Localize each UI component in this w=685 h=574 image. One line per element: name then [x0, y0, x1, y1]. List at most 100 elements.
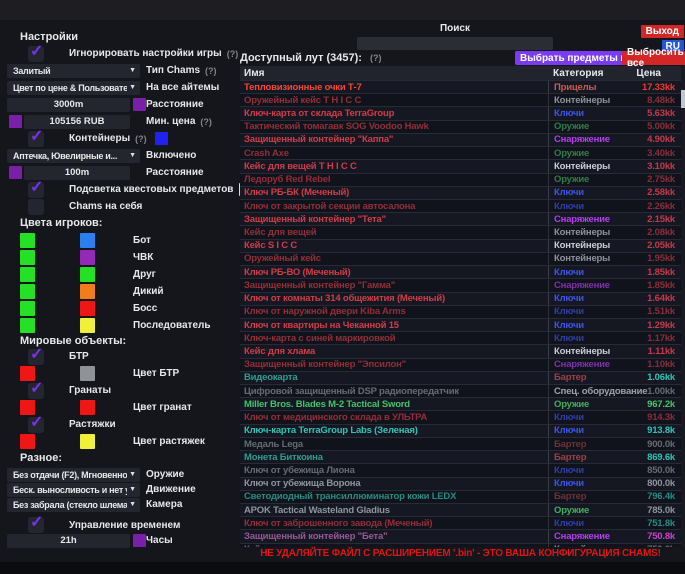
chams-self-checkbox[interactable] — [28, 199, 44, 215]
hours-row: 21h Часы — [0, 533, 233, 548]
loot-row[interactable]: Кейс для хламаКонтейнеры1.11kk — [240, 344, 681, 357]
loot-item-price: 869.6k — [609, 451, 681, 463]
main-panel: Настройки Игнорировать настройки игры (?… — [0, 20, 685, 562]
loot-row[interactable]: Ключ от убежища ВоронаКлючи800.0k — [240, 477, 681, 490]
world-object-checkbox[interactable] — [28, 349, 44, 365]
player-type-color-swatch[interactable] — [80, 318, 95, 333]
world-object-checkbox[interactable] — [28, 417, 44, 433]
ignore-game-settings-checkbox[interactable] — [28, 46, 44, 62]
search-input[interactable] — [357, 37, 553, 50]
loot-row[interactable]: Ключ от убежища ЛионаКлючи850.0k — [240, 463, 681, 476]
world-object-checkbox[interactable] — [28, 383, 44, 399]
hours-input[interactable]: 21h — [7, 534, 130, 548]
loot-row[interactable]: Монета БиткоинаБартер869.6k — [240, 450, 681, 463]
item-color-mode-select[interactable]: Цвет по цене & Пользователь ▼ — [7, 81, 140, 95]
loot-row[interactable]: Ключ от наружной двери Kiba ArmsКлючи1.5… — [240, 305, 681, 318]
item-categories-select[interactable]: Аптечка, Ювелирные и... ▼ — [7, 149, 140, 163]
loot-row[interactable]: Ключ-карта от склада TerraGroupКлючи5.63… — [240, 106, 681, 119]
loot-row[interactable]: Ключ РБ-ВО (Меченый)Ключи1.85kk — [240, 265, 681, 278]
loot-row[interactable]: APOK Tactical Wasteland GladiusОружие785… — [240, 503, 681, 516]
misc-select-row: Без отдачи (F2), Мгновенное п▼Оружие — [0, 467, 233, 482]
loot-item-price: 2.26kk — [609, 200, 681, 212]
loot-row[interactable]: Защищенный контейнер "Каппа"Снаряжение4.… — [240, 133, 681, 146]
misc-select[interactable]: Беск. выносливость и нет уста▼ — [7, 483, 140, 497]
loot-row[interactable]: Защищенный контейнер "Гамма"Снаряжение1.… — [240, 278, 681, 291]
containers-color-swatch[interactable] — [155, 132, 168, 145]
loot-item-price: 5.00kk — [609, 121, 681, 133]
distance-color-swatch[interactable] — [133, 98, 146, 111]
player-base-color-swatch[interactable] — [20, 284, 35, 299]
loot-item-category: Ключи — [548, 411, 609, 423]
loot-row[interactable]: Цифровой защищенный DSP радиопередатчикС… — [240, 384, 681, 397]
world-object-color-swatch[interactable] — [20, 434, 35, 449]
loot-row[interactable]: Оружейный кейс T H I C CКонтейнеры8.48kk — [240, 93, 681, 106]
containers-row: Контейнеры (?) — [0, 130, 233, 147]
column-header-category[interactable]: Категория — [548, 68, 609, 79]
quest-highlight-checkbox[interactable] — [28, 182, 44, 198]
loot-row[interactable]: Ключ от квартиры на Чеканной 15Ключи1.29… — [240, 318, 681, 331]
loot-row[interactable]: Ключ от медицинского склада в УЛЬТРАКлюч… — [240, 410, 681, 423]
player-base-color-swatch[interactable] — [20, 318, 35, 333]
loot-row[interactable]: Оружейный кейсКонтейнеры1.95kk — [240, 252, 681, 265]
chevron-down-icon: ▼ — [129, 471, 136, 478]
loot-row[interactable]: Ключ-карта TerraGroup Labs (Зеленая)Ключ… — [240, 424, 681, 437]
item-distance-input[interactable]: 3000m — [7, 98, 130, 112]
player-base-color-swatch[interactable] — [20, 233, 35, 248]
scrollbar-thumb[interactable] — [681, 90, 685, 108]
loot-row[interactable]: Ключ-карта с синей маркировкойКлючи1.17k… — [240, 331, 681, 344]
loot-row[interactable]: Защищенный контейнер "Бета"Снаряжение750… — [240, 529, 681, 542]
min-price-color-swatch[interactable] — [9, 115, 22, 128]
misc-select[interactable]: Без забрала (стекло шлема)▼ — [7, 498, 140, 512]
loot-row[interactable]: Медаль LegaБартер900.0k — [240, 437, 681, 450]
loot-row[interactable]: Тактический томагавк SOG Voodoo HawkОруж… — [240, 120, 681, 133]
loot-row[interactable]: Кейс для вещейКонтейнеры2.08kk — [240, 225, 681, 238]
loot-row[interactable]: Защищенный контейнер "Эпсилон"Снаряжение… — [240, 358, 681, 371]
loot-row[interactable]: Кейс для денегКонтейнеры750.0k — [240, 543, 681, 547]
loot-row[interactable]: Кейс для вещей T H I C CКонтейнеры3.10kk — [240, 159, 681, 172]
table-scrollbar[interactable] — [681, 66, 685, 547]
loot-item-category: Оружие — [548, 398, 609, 410]
drop-all-button[interactable]: Выбросить все — [622, 51, 685, 65]
chams-type-select[interactable]: Залитый ▼ — [7, 64, 140, 78]
world-object-check-row: Гранаты — [0, 382, 233, 399]
player-type-color-swatch[interactable] — [80, 301, 95, 316]
loot-item-category: Бартер — [548, 438, 609, 450]
loot-row[interactable]: Crash AxeОружие3.40kk — [240, 146, 681, 159]
loot-row[interactable]: Miller Bros. Blades M-2 Tactical SwordОр… — [240, 397, 681, 410]
time-control-checkbox[interactable] — [28, 517, 44, 533]
loot-row[interactable]: Ключ от закрытой секции автосалонаКлючи2… — [240, 199, 681, 212]
world-object-label: Гранаты — [69, 385, 111, 396]
player-base-color-swatch[interactable] — [20, 301, 35, 316]
player-type-color-swatch[interactable] — [80, 233, 95, 248]
player-type-color-swatch[interactable] — [80, 267, 95, 282]
hours-color-swatch[interactable] — [133, 534, 146, 547]
player-type-color-swatch[interactable] — [80, 284, 95, 299]
loot-row[interactable]: ВидеокартаБартер1.06kk — [240, 371, 681, 384]
loot-row[interactable]: Защищенный контейнер "Тета"Снаряжение2.1… — [240, 212, 681, 225]
loot-row[interactable]: Кейс S I C CКонтейнеры2.05kk — [240, 239, 681, 252]
containers-checkbox[interactable] — [28, 131, 44, 147]
loot-row[interactable]: Ключ от заброшенного завода (Меченый)Клю… — [240, 516, 681, 529]
player-type-color-swatch[interactable] — [80, 250, 95, 265]
loot-item-price: 750.0k — [609, 544, 681, 547]
container-distance-color-swatch[interactable] — [9, 166, 22, 179]
column-header-price[interactable]: Цена — [609, 68, 681, 79]
world-object-color-swatch[interactable] — [80, 366, 95, 381]
loot-item-name: Тепловизионные очки Т-7 — [240, 81, 548, 93]
misc-select-row: Беск. выносливость и нет уста▼Движение — [0, 482, 233, 497]
loot-row[interactable]: Светодиодный трансиллюминатор кожи LEDXБ… — [240, 490, 681, 503]
player-base-color-swatch[interactable] — [20, 250, 35, 265]
loot-item-name: Ключ-карта TerraGroup Labs (Зеленая) — [240, 425, 548, 437]
player-base-color-swatch[interactable] — [20, 267, 35, 282]
loot-row[interactable]: Тепловизионные очки Т-7Прицелы17.33kk — [240, 80, 681, 93]
column-header-name[interactable]: Имя — [240, 68, 548, 79]
loot-row[interactable]: Ключ РБ-БК (Меченый)Ключи2.58kk — [240, 186, 681, 199]
loot-item-category: Контейнеры — [548, 345, 609, 357]
loot-row[interactable]: Ключ от комнаты 314 общежития (Меченый)К… — [240, 292, 681, 305]
world-object-color-swatch[interactable] — [80, 400, 95, 415]
world-object-color-swatch[interactable] — [80, 434, 95, 449]
misc-select-label: Камера — [146, 499, 182, 510]
loot-row[interactable]: Ледоруб Red RebelОружие2.75kk — [240, 173, 681, 186]
misc-select[interactable]: Без отдачи (F2), Мгновенное п▼ — [7, 468, 140, 482]
exit-button[interactable]: Выход — [641, 25, 684, 38]
